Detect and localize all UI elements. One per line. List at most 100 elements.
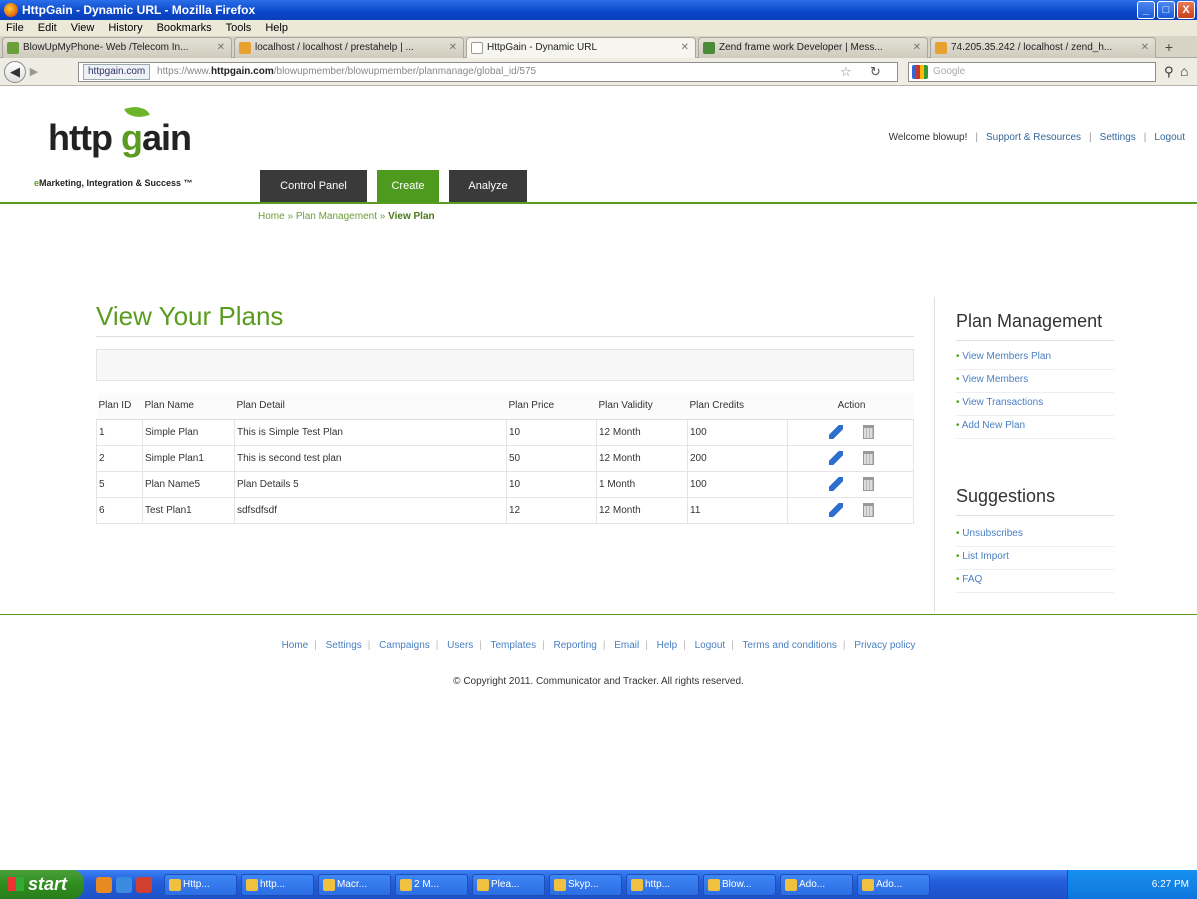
- start-label: start: [28, 874, 68, 894]
- favicon-icon: [703, 42, 715, 54]
- nav-create[interactable]: Create: [377, 170, 439, 202]
- clock[interactable]: 6:27 PM: [1152, 879, 1189, 890]
- browser-tab[interactable]: localhost / localhost / prestahelp | ...…: [234, 37, 464, 58]
- delete-trash-icon[interactable]: [863, 451, 874, 465]
- menu-bookmarks[interactable]: Bookmarks: [157, 20, 212, 36]
- taskbar-button[interactable]: Skyp...: [549, 873, 622, 896]
- menu-view[interactable]: View: [71, 20, 95, 36]
- separator: |: [314, 640, 317, 651]
- tab-close-icon[interactable]: ✕: [681, 38, 689, 58]
- home-icon[interactable]: ⌂: [1180, 63, 1188, 79]
- menu-history[interactable]: History: [108, 20, 142, 36]
- sidebar-item-view-members-plan[interactable]: View Members Plan: [956, 347, 1114, 370]
- footer-link-terms[interactable]: Terms and conditions: [742, 640, 837, 651]
- taskbar-button[interactable]: Ado...: [857, 873, 930, 896]
- logout-link[interactable]: Logout: [1154, 132, 1185, 143]
- forward-button[interactable]: ▶: [26, 64, 42, 80]
- window-title-bar[interactable]: HttpGain - Dynamic URL - Mozilla Firefox…: [0, 0, 1197, 20]
- google-icon[interactable]: [912, 65, 928, 79]
- nav-control-panel[interactable]: Control Panel: [260, 170, 367, 202]
- sidebar-item-unsubscribes[interactable]: Unsubscribes: [956, 524, 1114, 547]
- system-tray: 6:27 PM: [1067, 870, 1197, 899]
- url-bar[interactable]: httpgain.com https://www.httpgain.com/bl…: [78, 62, 898, 82]
- logo-text-g: g: [120, 117, 143, 158]
- menu-help[interactable]: Help: [265, 20, 288, 36]
- menu-edit[interactable]: Edit: [38, 20, 57, 36]
- breadcrumb-home[interactable]: Home: [258, 211, 285, 222]
- taskbar-button[interactable]: http...: [241, 873, 314, 896]
- windows-flag-icon: [8, 877, 24, 891]
- sidebar-item-view-members[interactable]: View Members: [956, 370, 1114, 393]
- sidebar-item-list-import[interactable]: List Import: [956, 547, 1114, 570]
- footer-link-settings[interactable]: Settings: [326, 640, 362, 651]
- edit-pencil-icon[interactable]: [829, 451, 843, 465]
- taskbar-button[interactable]: http...: [626, 873, 699, 896]
- footer-link-logout[interactable]: Logout: [695, 640, 726, 651]
- minimize-button[interactable]: _: [1137, 1, 1155, 19]
- sidebar-item-view-transactions[interactable]: View Transactions: [956, 393, 1114, 416]
- copyright-text: © Copyright 2011. Communicator and Track…: [453, 676, 744, 687]
- browser-tab-active[interactable]: HttpGain - Dynamic URL ✕: [466, 37, 696, 58]
- logo-text-ain: ain: [141, 117, 192, 158]
- browser-tab[interactable]: Zend frame work Developer | Mess... ✕: [698, 37, 928, 58]
- footer-link-home[interactable]: Home: [282, 640, 309, 651]
- cell-plan-name: Simple Plan1: [142, 444, 235, 472]
- footer-link-campaigns[interactable]: Campaigns: [379, 640, 430, 651]
- taskbar-button[interactable]: 2 M...: [395, 873, 468, 896]
- sidebar-item-faq[interactable]: FAQ: [956, 570, 1114, 593]
- back-button[interactable]: ◀: [4, 61, 26, 83]
- delete-trash-icon[interactable]: [863, 425, 874, 439]
- sidebar-divider: [934, 297, 935, 612]
- search-input[interactable]: Google: [908, 62, 1156, 82]
- footer-link-templates[interactable]: Templates: [491, 640, 537, 651]
- httpgain-logo[interactable]: http gain: [48, 117, 192, 159]
- tab-close-icon[interactable]: ✕: [1141, 38, 1149, 58]
- breadcrumb-sep: »: [379, 211, 386, 222]
- settings-link[interactable]: Settings: [1100, 132, 1136, 143]
- site-identity-badge[interactable]: httpgain.com: [83, 64, 151, 80]
- browser-tab[interactable]: BlowUpMyPhone- Web /Telecom In... ✕: [2, 37, 232, 58]
- browser-tab[interactable]: 74.205.35.242 / localhost / zend_h... ✕: [930, 37, 1156, 58]
- edit-pencil-icon[interactable]: [829, 503, 843, 517]
- col-plan-id: Plan ID: [96, 393, 143, 420]
- url-prefix: https://www.: [157, 66, 211, 77]
- start-button[interactable]: start: [0, 870, 84, 899]
- breadcrumb-sep: »: [287, 211, 294, 222]
- footer-link-users[interactable]: Users: [447, 640, 473, 651]
- delete-trash-icon[interactable]: [863, 477, 874, 491]
- search-icon[interactable]: ⚲: [1164, 64, 1174, 80]
- taskbar-button[interactable]: Blow...: [703, 873, 776, 896]
- reload-icon[interactable]: ↻: [870, 64, 881, 80]
- footer-link-help[interactable]: Help: [657, 640, 678, 651]
- tab-close-icon[interactable]: ✕: [449, 38, 457, 58]
- taskbar-button[interactable]: Http...: [164, 873, 237, 896]
- breadcrumb-plan-management[interactable]: Plan Management: [296, 211, 377, 222]
- cell-plan-validity: 12 Month: [596, 418, 688, 446]
- maximize-button[interactable]: □: [1157, 1, 1175, 19]
- edit-pencil-icon[interactable]: [829, 425, 843, 439]
- tab-close-icon[interactable]: ✕: [913, 38, 921, 58]
- bookmark-star-icon[interactable]: ☆: [840, 64, 852, 80]
- menu-file[interactable]: File: [6, 20, 24, 36]
- footer-link-privacy[interactable]: Privacy policy: [854, 640, 915, 651]
- taskbar-button[interactable]: Macr...: [318, 873, 391, 896]
- table-row: 2 Simple Plan1 This is second test plan …: [96, 444, 914, 472]
- footer-link-reporting[interactable]: Reporting: [553, 640, 596, 651]
- support-link[interactable]: Support & Resources: [986, 132, 1081, 143]
- app-quicklaunch-icon[interactable]: [136, 876, 152, 893]
- taskbar-button[interactable]: Plea...: [472, 873, 545, 896]
- ie-quicklaunch-icon[interactable]: [116, 876, 132, 893]
- sidebar-item-add-new-plan[interactable]: Add New Plan: [956, 416, 1114, 439]
- col-plan-validity: Plan Validity: [596, 393, 688, 420]
- new-tab-button[interactable]: +: [1158, 37, 1180, 58]
- nav-analyze[interactable]: Analyze: [449, 170, 527, 202]
- menu-tools[interactable]: Tools: [226, 20, 252, 36]
- footer-link-email[interactable]: Email: [614, 640, 639, 651]
- delete-trash-icon[interactable]: [863, 503, 874, 517]
- close-button[interactable]: X: [1177, 1, 1195, 19]
- edit-pencil-icon[interactable]: [829, 477, 843, 491]
- cell-plan-detail: This is Simple Test Plan: [234, 418, 507, 446]
- firefox-quicklaunch-icon[interactable]: [96, 876, 112, 893]
- tab-close-icon[interactable]: ✕: [217, 38, 225, 58]
- taskbar-button[interactable]: Ado...: [780, 873, 853, 896]
